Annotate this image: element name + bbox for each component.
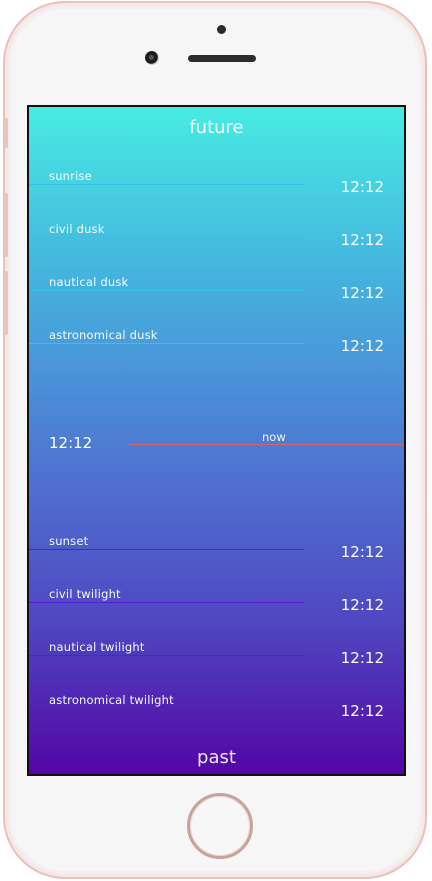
volume-down-button	[4, 271, 8, 335]
event-time: 12:12	[340, 702, 384, 720]
event-marker-line	[29, 184, 304, 185]
front-camera-icon	[145, 51, 159, 65]
event-row-civil-twilight[interactable]: civil twilight 12:12	[29, 587, 404, 627]
event-time: 12:12	[340, 231, 384, 249]
volume-up-button	[4, 193, 8, 257]
event-label: civil dusk	[49, 222, 105, 236]
event-marker-line	[29, 290, 304, 291]
current-time: 12:12	[49, 434, 93, 452]
now-label: now	[262, 430, 286, 444]
event-row-nautical-dusk[interactable]: nautical dusk 12:12	[29, 275, 404, 315]
home-button[interactable]	[187, 793, 253, 859]
event-label: astronomical twilight	[49, 693, 174, 707]
proximity-sensor	[217, 25, 226, 34]
event-label: sunset	[49, 534, 89, 548]
event-row-nautical-twilight[interactable]: nautical twilight 12:12	[29, 640, 404, 680]
event-row-sunset[interactable]: sunset 12:12	[29, 534, 404, 574]
app-screen: future sunrise 12:12 civil dusk 12:12 na…	[27, 105, 406, 776]
event-time: 12:12	[340, 178, 384, 196]
event-row-astronomical-twilight[interactable]: astronomical twilight 12:12	[29, 693, 404, 733]
event-time: 12:12	[340, 337, 384, 355]
event-time: 12:12	[340, 649, 384, 667]
event-time: 12:12	[340, 543, 384, 561]
event-row-civil-dusk[interactable]: civil dusk 12:12	[29, 222, 404, 262]
event-row-sunrise[interactable]: sunrise 12:12	[29, 169, 404, 209]
event-marker-line	[29, 343, 304, 344]
event-label: civil twilight	[49, 587, 121, 601]
now-marker-line	[129, 444, 404, 445]
earpiece-speaker	[188, 55, 256, 62]
past-heading: past	[197, 747, 236, 768]
event-marker-line	[29, 602, 304, 603]
event-label: nautical dusk	[49, 275, 129, 289]
event-label: sunrise	[49, 169, 92, 183]
event-label: nautical twilight	[49, 640, 145, 654]
mute-switch	[4, 118, 8, 148]
event-label: astronomical dusk	[49, 328, 158, 342]
event-row-astronomical-dusk[interactable]: astronomical dusk 12:12	[29, 328, 404, 368]
event-marker-line	[29, 655, 304, 656]
future-heading: future	[189, 117, 244, 138]
event-time: 12:12	[340, 596, 384, 614]
event-time: 12:12	[340, 284, 384, 302]
event-marker-line	[29, 237, 304, 238]
event-marker-line	[29, 549, 304, 550]
